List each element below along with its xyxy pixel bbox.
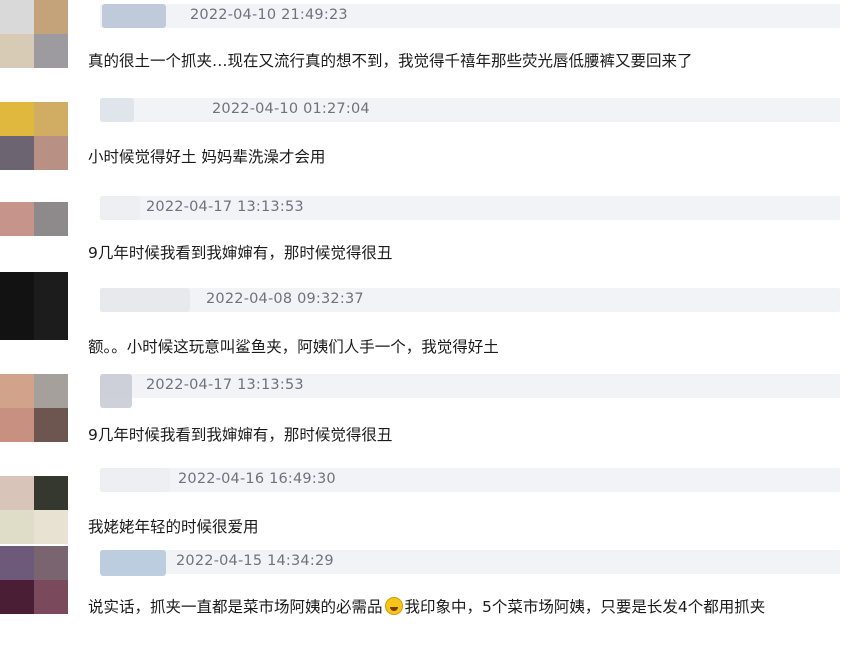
blurred-username[interactable] [100, 196, 140, 220]
comment-text: 额。。小时候这玩意叫鲨鱼夹，阿姨们人手一个，我觉得好土 [88, 338, 499, 356]
blurred-username[interactable] [100, 550, 166, 576]
blurred-username[interactable] [102, 4, 166, 28]
blurred-username[interactable] [100, 374, 132, 408]
comment-text: 说实话，抓夹一直都是菜市场阿姨的必需品 我印象中，5个菜市场阿姨，只要是长发4个都… [88, 594, 843, 620]
comment-text-part: 说实话，抓夹一直都是菜市场阿姨的必需品 [88, 598, 383, 616]
comment-meta: 2022-04-15 14:34:29 [100, 550, 840, 576]
blurred-username[interactable] [100, 98, 134, 122]
comment-timestamp: 2022-04-08 09:32:37 [206, 291, 364, 307]
comment-meta: 2022-04-16 16:49:30 [100, 468, 840, 492]
comment-timestamp: 2022-04-15 14:34:29 [176, 553, 334, 569]
comment-list: 2022-04-10 21:49:23 真的很土一个抓夹…现在又流行真的想不到，… [0, 0, 851, 655]
comment-timestamp: 2022-04-10 01:27:04 [212, 101, 370, 117]
comment-text: 真的很土一个抓夹…现在又流行真的想不到，我觉得千禧年那些荧光唇低腰裤又要回来了 [88, 52, 693, 70]
comment-text-part: 我印象中，5个菜市场阿姨，只要是长发4个都用抓夹 [404, 598, 766, 616]
comment-text: 我姥姥年轻的时候很爱用 [88, 518, 259, 536]
comment-meta: 2022-04-10 21:49:23 [100, 4, 840, 28]
comment-timestamp: 2022-04-10 21:49:23 [190, 7, 348, 23]
comment-text: 9几年时候我看到我婶婶有，那时候觉得很丑 [88, 244, 393, 262]
comment-text: 9几年时候我看到我婶婶有，那时候觉得很丑 [88, 426, 393, 444]
blurred-username[interactable] [100, 288, 190, 312]
comment-meta: 2022-04-17 13:13:53 [100, 374, 840, 408]
comment-meta: 2022-04-08 09:32:37 [100, 288, 840, 312]
comment-text: 小时候觉得好土 妈妈辈洗澡才会用 [88, 148, 326, 166]
comment-meta: 2022-04-17 13:13:53 [100, 196, 840, 220]
comment-timestamp: 2022-04-17 13:13:53 [146, 377, 304, 393]
comment-timestamp: 2022-04-16 16:49:30 [178, 471, 336, 487]
grinning-face-emoji-icon [384, 597, 403, 615]
blurred-username[interactable] [100, 468, 170, 492]
comment-timestamp: 2022-04-17 13:13:53 [146, 199, 304, 215]
comment-meta: 2022-04-10 01:27:04 [100, 98, 840, 122]
